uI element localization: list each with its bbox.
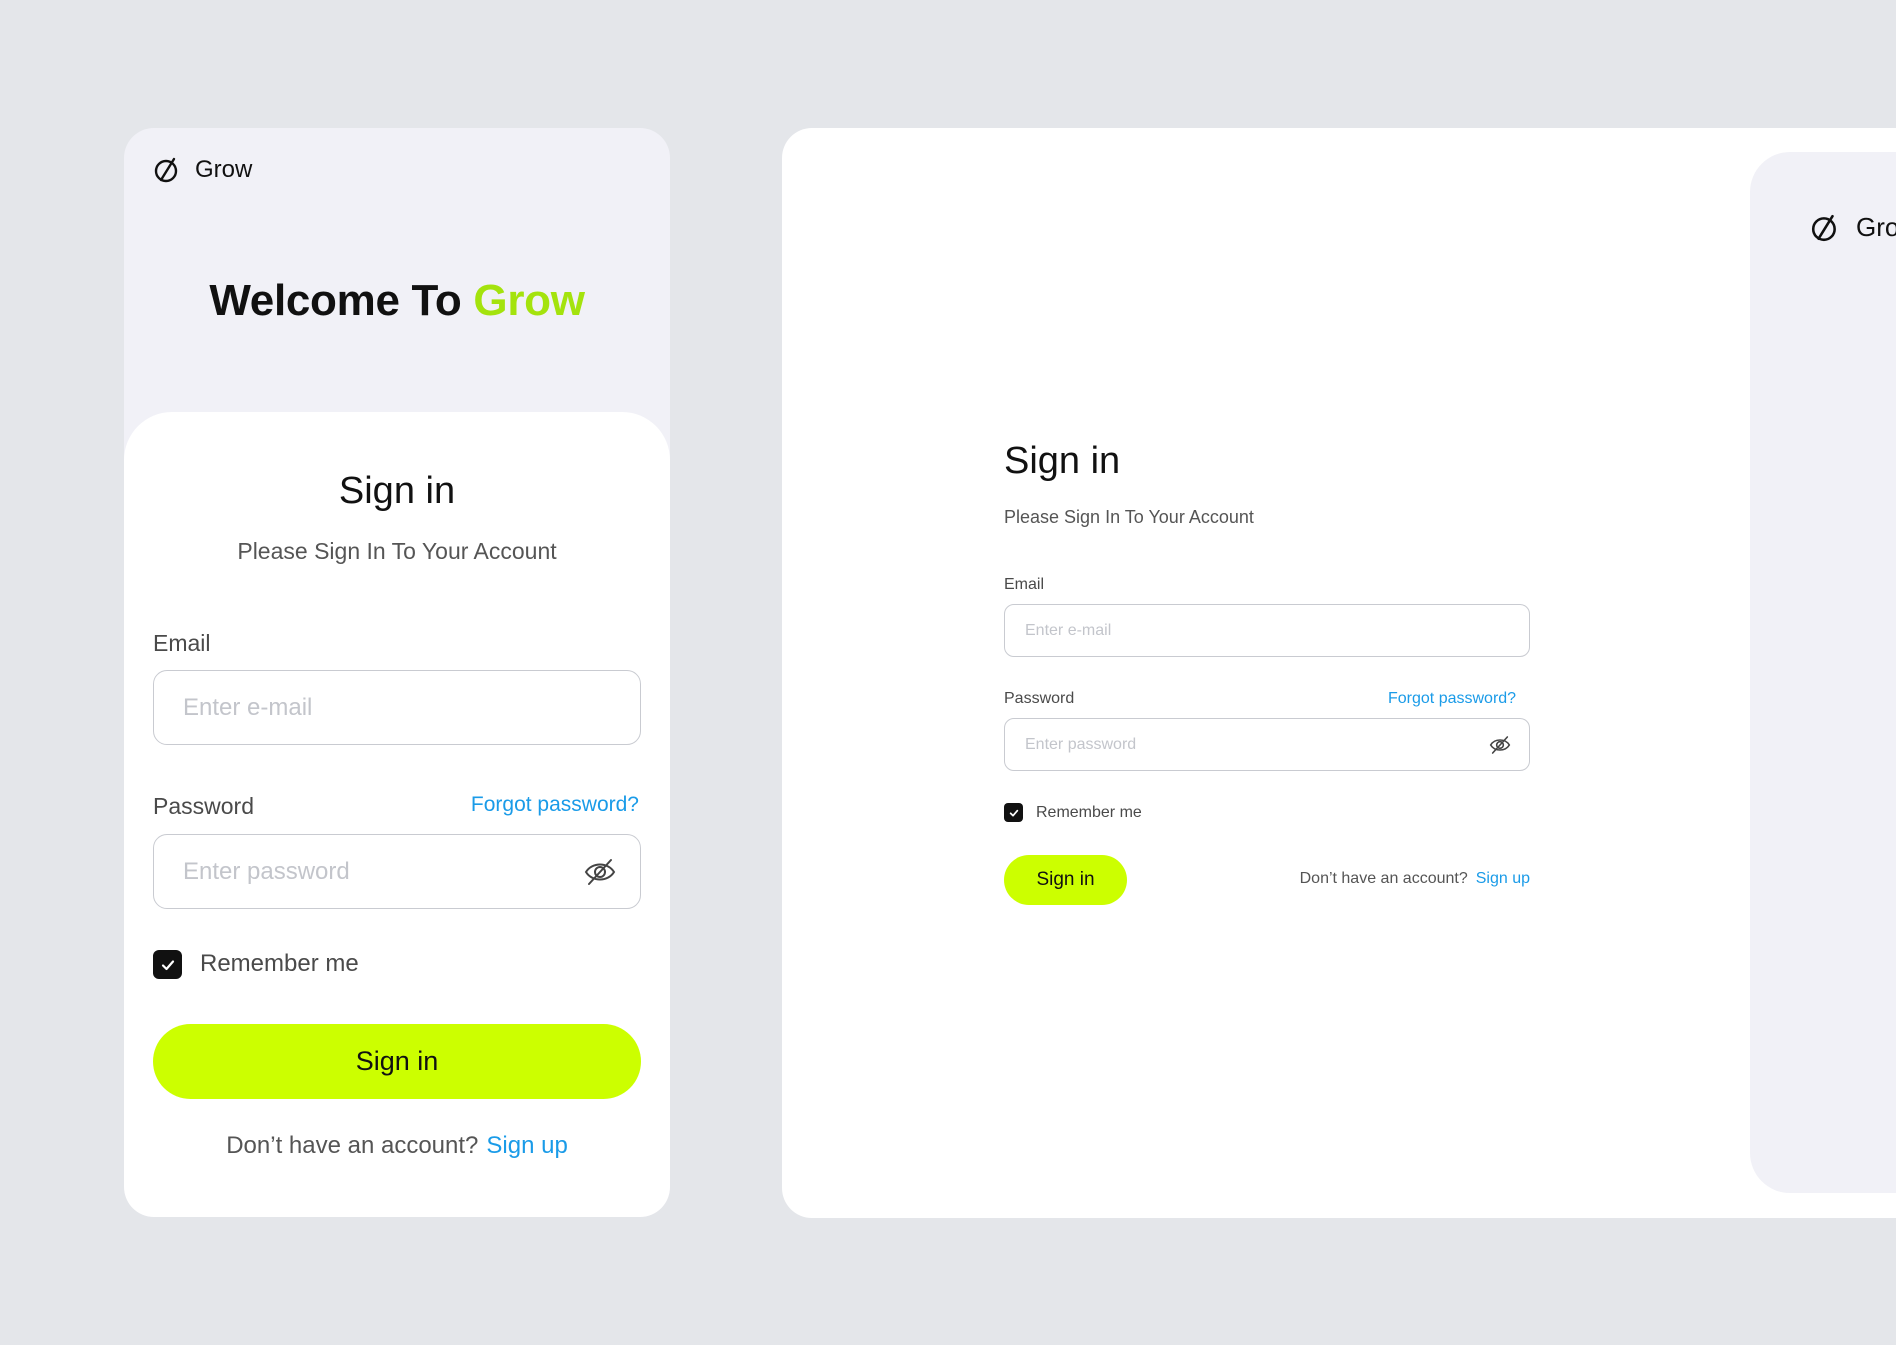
remember-checkbox[interactable]: [1004, 803, 1023, 822]
signup-prompt-text: Don’t have an account?: [1299, 870, 1468, 887]
slashed-circle-logo-icon: [153, 156, 181, 184]
password-field[interactable]: Enter password: [1004, 718, 1530, 771]
brand[interactable]: Grow: [153, 156, 252, 184]
welcome-accent: Grow: [473, 276, 585, 325]
remember-label: Remember me: [1036, 804, 1142, 821]
brand-side-panel: Grow: [1750, 152, 1896, 1193]
brand-name: Grow: [1856, 212, 1896, 242]
eye-off-icon[interactable]: [584, 857, 616, 887]
email-label: Email: [1004, 576, 1045, 593]
password-label: Password: [1004, 690, 1075, 707]
signup-prompt: Don’t have an account? Sign up: [1300, 870, 1530, 888]
mobile-signin-card: Grow Welcome To Grow Sign in Please Sign…: [124, 128, 670, 1217]
password-label: Password: [153, 793, 254, 819]
password-placeholder: Enter password: [183, 857, 350, 885]
page-title: Sign in: [338, 470, 456, 512]
eye-off-icon[interactable]: [1489, 735, 1511, 755]
page-subtitle: Please Sign In To Your Account: [237, 538, 557, 564]
signup-link[interactable]: Sign up: [486, 1132, 567, 1159]
email-field[interactable]: Enter e-mail: [153, 670, 641, 745]
password-field[interactable]: Enter password: [153, 834, 641, 909]
forgot-password-link[interactable]: Forgot password?: [471, 793, 639, 817]
page-title: Sign in: [1004, 440, 1121, 482]
check-icon: [1009, 809, 1018, 817]
brand[interactable]: Grow: [1810, 212, 1896, 243]
desktop-signin-card: Sign in Please Sign In To Your Account E…: [782, 128, 1896, 1218]
signup-prompt: Don’t have an account? Sign up: [124, 1132, 670, 1160]
remember-checkbox[interactable]: [153, 950, 182, 979]
password-placeholder: Enter password: [1025, 735, 1137, 753]
signup-link[interactable]: Sign up: [1476, 870, 1530, 887]
signin-form-panel: Sign in Please Sign In To Your Account E…: [124, 412, 670, 1217]
signup-prompt-text: Don’t have an account?: [226, 1132, 479, 1159]
page-subtitle: Please Sign In To Your Account: [1004, 507, 1254, 527]
signin-button[interactable]: Sign in: [1004, 855, 1127, 905]
email-placeholder: Enter e-mail: [183, 693, 313, 721]
forgot-password-link[interactable]: Forgot password?: [1388, 690, 1516, 708]
welcome-heading: Welcome To Grow: [124, 276, 670, 326]
email-placeholder: Enter e-mail: [1025, 621, 1112, 639]
welcome-prefix: Welcome To: [209, 276, 462, 325]
slashed-circle-logo-icon: [1810, 213, 1840, 243]
remember-label: Remember me: [200, 950, 359, 977]
email-label: Email: [153, 630, 211, 656]
signin-button[interactable]: Sign in: [153, 1024, 641, 1099]
brand-name: Grow: [195, 156, 253, 183]
email-field[interactable]: Enter e-mail: [1004, 604, 1530, 657]
check-icon: [161, 959, 174, 970]
